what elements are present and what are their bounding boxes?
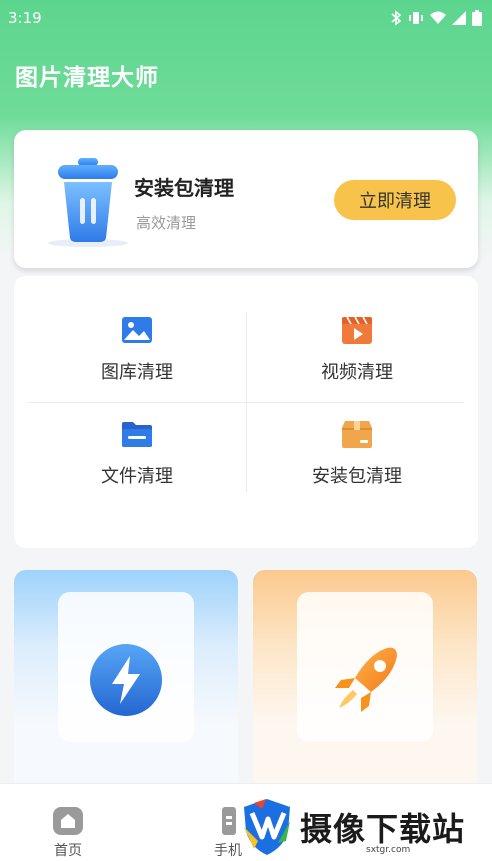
phone-icon — [222, 807, 236, 835]
category-grid: 图库清理 视频清理 文件清理 安装包清理 — [14, 276, 478, 548]
video-icon — [341, 312, 373, 348]
gallery-icon — [121, 312, 153, 348]
rocket-icon — [335, 647, 397, 712]
status-time: 3:19 — [8, 9, 42, 27]
nav-label: 手机 — [214, 843, 242, 859]
status-bar: 3:19 — [0, 0, 492, 36]
grid-item-label: 安装包清理 — [312, 466, 402, 487]
grid-item-label: 图库清理 — [101, 362, 173, 383]
card-subtitle: 高效清理 — [136, 214, 197, 232]
clean-now-button[interactable]: 立即清理 — [334, 180, 456, 220]
status-icons — [390, 10, 482, 26]
app-title: 图片清理大师 — [15, 65, 159, 91]
feature-card-speed[interactable] — [253, 570, 477, 790]
card-title: 安装包清理 — [134, 176, 234, 200]
wifi-icon — [430, 11, 446, 24]
grid-item-files[interactable]: 文件清理 — [28, 416, 246, 512]
feature-card-boost[interactable] — [14, 570, 238, 790]
trash-can-icon — [42, 154, 134, 250]
grid-item-package[interactable]: 安装包清理 — [248, 416, 466, 512]
lightning-icon — [90, 644, 162, 716]
folder-icon — [121, 416, 153, 452]
signal-icon — [452, 11, 466, 25]
bluetooth-icon — [391, 10, 402, 26]
vibrate-icon — [409, 12, 423, 24]
nav-item-phone[interactable]: 手机 — [214, 806, 242, 860]
watermark-url: sxtgr.com — [366, 845, 411, 855]
nav-label: 首页 — [54, 843, 82, 859]
grid-item-video[interactable]: 视频清理 — [248, 312, 466, 408]
grid-item-label: 文件清理 — [101, 466, 173, 487]
grid-item-label: 视频清理 — [321, 362, 393, 383]
nav-item-home[interactable]: 首页 — [52, 806, 84, 860]
grid-item-gallery[interactable]: 图库清理 — [28, 312, 246, 408]
package-icon — [341, 416, 373, 452]
watermark-logo-icon — [244, 799, 290, 855]
package-clean-card[interactable]: 安装包清理 高效清理 立即清理 — [14, 130, 478, 268]
watermark-text: 摄像下载站 — [300, 810, 466, 848]
battery-icon — [472, 10, 482, 26]
home-icon — [53, 807, 83, 835]
